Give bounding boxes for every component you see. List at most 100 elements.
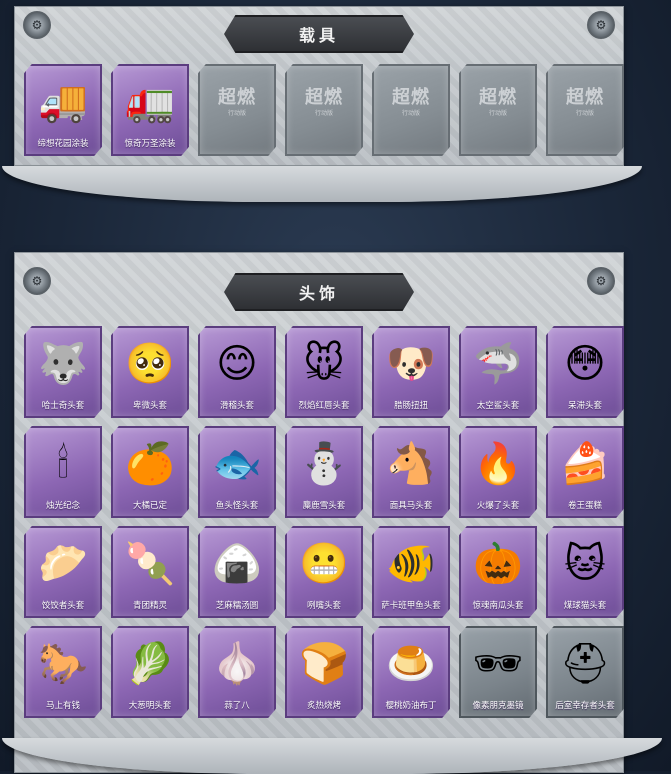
- locked-slot-sub: 行动版: [401, 111, 420, 117]
- settings-badge-icon: ⚙: [587, 11, 615, 39]
- headwear-label: 滑稽头套: [219, 400, 254, 410]
- locked-slot-sub: 行动版: [227, 111, 246, 117]
- settings-badge-icon: ⚙: [23, 267, 51, 295]
- vehicle-grid: 🚚 缔想花园涂装 🚛 惊奇万圣涂装 超燃 行动版 超燃 行动版 超燃 行动版 超燃 行动版 超燃 行动版: [24, 64, 624, 156]
- headwear-label: 蒜了八: [224, 700, 250, 710]
- headwear-card[interactable]: 🍞 炙热烧烤: [285, 626, 363, 718]
- fish-head-mask-icon: 🐟: [212, 442, 262, 486]
- locked-slot-logo: 超燃: [566, 87, 604, 107]
- vehicle-card[interactable]: 🚛 惊奇万圣涂装: [111, 64, 189, 156]
- headwear-label: 大葱明头套: [128, 700, 172, 710]
- locked-slot-logo: 超燃: [218, 87, 256, 107]
- headwear-card[interactable]: 🎃 惊魂南瓜头套: [459, 526, 537, 618]
- halloween-truck-icon: 🚛: [125, 80, 175, 124]
- locked-vehicle-slot[interactable]: 超燃 行动版: [372, 64, 450, 156]
- locked-slot-logo: 超燃: [392, 87, 430, 107]
- locked-vehicle-slot[interactable]: 超燃 行动版: [546, 64, 624, 156]
- headwear-grid: 🐺 哈士奇头套 🥺 卑微头套 😊 滑稽头套 🐭 烈焰红唇头套 🐶 腊肠扭扭 🦈 太空鲨头套 😳 呆滞头套 🕯…: [24, 326, 624, 718]
- pumpkin-mask-icon: 🎃: [473, 542, 523, 586]
- headwear-card[interactable]: 🥺 卑微头套: [111, 326, 189, 418]
- headwear-card[interactable]: 🍊 大橘已定: [111, 426, 189, 518]
- headwear-card[interactable]: 🕶 像素朋克墨镜: [459, 626, 537, 718]
- headwear-label: 马上有钱: [45, 700, 80, 710]
- headwear-label: 萨卡班甲鱼头套: [381, 600, 441, 610]
- locked-slot-sub: 行动版: [488, 111, 507, 117]
- headwear-card[interactable]: 🐭 烈焰红唇头套: [285, 326, 363, 418]
- headwear-card[interactable]: 😬 咧嘴头套: [285, 526, 363, 618]
- headwear-card[interactable]: 🦈 太空鲨头套: [459, 326, 537, 418]
- headwear-card[interactable]: 🍙 芝麻糯汤圆: [198, 526, 276, 618]
- settings-badge-icon: ⚙: [587, 267, 615, 295]
- headwear-label: 腊肠扭扭: [393, 400, 428, 410]
- headwear-card[interactable]: 🍡 青团精灵: [111, 526, 189, 618]
- headwear-label: 饺饺者头套: [41, 600, 85, 610]
- pixel-sunglasses-icon: 🕶: [472, 642, 524, 686]
- gas-mask-helmet-icon: ⛑: [559, 642, 611, 686]
- vehicle-label: 缔想花园涂装: [37, 138, 89, 148]
- sesame-dumpling-mask-icon: 🍙: [212, 542, 262, 586]
- humble-face-mask-icon: 🥺: [125, 342, 175, 386]
- headwear-label: 鱼头怪头套: [215, 500, 259, 510]
- headwear-card[interactable]: 🐴 面具马头套: [372, 426, 450, 518]
- headwear-card[interactable]: 🧄 蒜了八: [198, 626, 276, 718]
- headwear-label: 呆滞头套: [567, 400, 602, 410]
- headwear-card[interactable]: 🥟 饺饺者头套: [24, 526, 102, 618]
- candle-mask-icon: 🕯: [57, 442, 69, 486]
- funny-face-mask-icon: 😊: [216, 342, 258, 386]
- dachshund-mask-icon: 🐶: [386, 342, 436, 386]
- section-title-vehicles: 载具: [224, 15, 414, 53]
- headwear-card[interactable]: 😳 呆滞头套: [546, 326, 624, 418]
- section-title-text: 头饰: [298, 286, 339, 303]
- headwear-label: 后室幸存者头套: [555, 700, 615, 710]
- headwear-label: 烈焰红唇头套: [298, 400, 350, 410]
- rich-horse-mask-icon: 🐎: [38, 642, 88, 686]
- headwear-label: 樱桃奶油布丁: [385, 700, 437, 710]
- vehicle-card[interactable]: 🚚 缔想花园涂装: [24, 64, 102, 156]
- headwear-card[interactable]: 😊 滑稽头套: [198, 326, 276, 418]
- locked-slot-logo: 超燃: [479, 87, 517, 107]
- headwear-label: 像素朋克墨镜: [472, 700, 524, 710]
- headwear-card[interactable]: 🥬 大葱明头套: [111, 626, 189, 718]
- scroll-curl: [2, 166, 642, 202]
- settings-badge-icon: ⚙: [23, 11, 51, 39]
- headwear-card[interactable]: ⛑ 后室幸存者头套: [546, 626, 624, 718]
- locked-slot-sub: 行动版: [314, 111, 333, 117]
- vehicle-label: 惊奇万圣涂装: [124, 138, 176, 148]
- headwear-card[interactable]: 🐺 哈士奇头套: [24, 326, 102, 418]
- section-title-text: 载具: [298, 28, 339, 45]
- sacabambaspis-mask-icon: 🐠: [386, 542, 436, 586]
- headwear-card[interactable]: 🐠 萨卡班甲鱼头套: [372, 526, 450, 618]
- bbq-toast-mask-icon: 🍞: [299, 642, 349, 686]
- headwear-card[interactable]: 🍮 樱桃奶油布丁: [372, 626, 450, 718]
- locked-slot-logo: 超燃: [305, 87, 343, 107]
- headwear-card[interactable]: ⛄ 麋鹿雪头套: [285, 426, 363, 518]
- locked-vehicle-slot[interactable]: 超燃 行动版: [198, 64, 276, 156]
- headwear-label: 火爆了头套: [476, 500, 520, 510]
- roll-cake-mask-icon: 🍰: [560, 442, 610, 486]
- headwear-card[interactable]: 🔥 火爆了头套: [459, 426, 537, 518]
- section-title-headwear: 头饰: [224, 273, 414, 311]
- headwear-card[interactable]: 🍰 卷王蛋糕: [546, 426, 624, 518]
- headwear-card[interactable]: 🐱 煤球猫头套: [546, 526, 624, 618]
- locked-slot-sub: 行动版: [575, 111, 594, 117]
- headwear-card[interactable]: 🐟 鱼头怪头套: [198, 426, 276, 518]
- husky-mask-icon: 🐺: [38, 342, 88, 386]
- garlic-mask-icon: 🧄: [212, 642, 262, 686]
- snowman-elk-mask-icon: ⛄: [299, 442, 349, 486]
- headwear-card[interactable]: 🕯 烛光纪念: [24, 426, 102, 518]
- green-onion-mask-icon: 🥬: [125, 642, 175, 686]
- green-rice-ball-mask-icon: 🍡: [125, 542, 175, 586]
- horse-mask-icon: 🐴: [386, 442, 436, 486]
- cherry-pudding-mask-icon: 🍮: [386, 642, 436, 686]
- space-shark-mask-icon: 🦈: [473, 342, 523, 386]
- headwear-label: 芝麻糯汤圆: [215, 600, 259, 610]
- headwear-card[interactable]: 🐎 马上有钱: [24, 626, 102, 718]
- locked-vehicle-slot[interactable]: 超燃 行动版: [285, 64, 363, 156]
- headwear-card[interactable]: 🐶 腊肠扭扭: [372, 326, 450, 418]
- headwear-label: 卑微头套: [132, 400, 167, 410]
- locked-vehicle-slot[interactable]: 超燃 行动版: [459, 64, 537, 156]
- red-lips-pikachu-mask-icon: 🐭: [303, 342, 345, 386]
- dumpling-mask-icon: 🥟: [38, 542, 88, 586]
- headwear-label: 麋鹿雪头套: [302, 500, 346, 510]
- headwear-label: 大橘已定: [132, 500, 167, 510]
